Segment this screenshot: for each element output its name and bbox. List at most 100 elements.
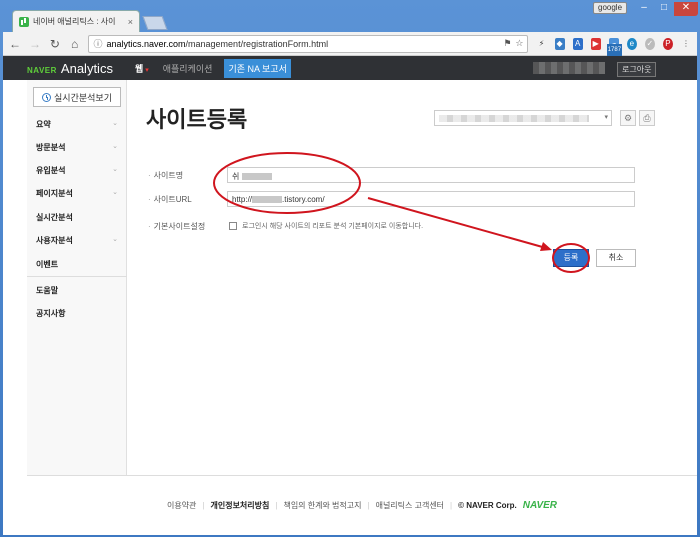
chevron-down-icon: ⌄ xyxy=(112,120,118,127)
realtime-button-label: 실시간분석보기 xyxy=(54,92,112,103)
sidebar-item-notices[interactable]: 공지사항 xyxy=(36,308,118,319)
logout-button[interactable]: 로그아웃 xyxy=(617,62,657,77)
minimize-icon[interactable]: – xyxy=(634,2,654,16)
url-path: /management/registrationForm.html xyxy=(185,38,329,49)
info-icon[interactable]: ⓘ xyxy=(93,37,102,50)
tab-title: 네이버 애널리틱스 : 사이 xyxy=(33,17,116,26)
dropdown-arrow-icon: ▾ xyxy=(604,114,608,121)
default-site-description: 로그인시 해당 사이트의 리포트 분석 기본페이지로 이동합니다. xyxy=(242,223,424,230)
bookmark-star-icon[interactable]: ☆ xyxy=(515,38,523,49)
main-content: 사이트등록 ▾ ⚙ ⎙ 사이트명 쉬 사이트URL http:// .tistor… xyxy=(128,80,697,475)
sidebar-item-label: 요약 xyxy=(36,120,51,129)
footer-disclaimer-link[interactable]: 책임의 한계와 법적고지 xyxy=(283,500,361,511)
video-ext-icon[interactable]: ▶ xyxy=(590,37,601,50)
pinterest-icon[interactable]: P xyxy=(662,37,673,50)
site-name-blurred xyxy=(241,173,272,181)
chevron-down-icon: ⌄ xyxy=(112,166,118,173)
sidebar-item-label: 실시간분석 xyxy=(36,213,73,222)
sidebar-item-users[interactable]: 사용자분석 ⌄ xyxy=(36,235,118,246)
site-url-prefix: http:// xyxy=(232,195,253,204)
sidebar-item-label: 유입분석 xyxy=(36,166,66,175)
site-selector[interactable]: ▾ xyxy=(434,110,612,126)
realtime-analysis-button[interactable]: 실시간분석보기 xyxy=(33,87,121,107)
maximize-icon[interactable]: □ xyxy=(654,2,674,16)
url-host: analytics.naver.com xyxy=(106,38,186,49)
page-title: 사이트등록 xyxy=(146,107,248,132)
site-name-value: 쉬 xyxy=(232,172,240,181)
footer-naver-logo[interactable]: NAVER xyxy=(523,500,557,511)
settings-gear-icon[interactable]: ⚙ xyxy=(620,110,636,126)
chevron-down-icon: ⌄ xyxy=(112,236,118,243)
annotation-arrowhead-icon xyxy=(540,242,552,251)
footer: 이용약관 | 개인정보처리방침 | 책임의 한계와 법적고지 | 애널리틱스 고… xyxy=(27,475,697,535)
tab-close-icon[interactable]: × xyxy=(128,17,133,27)
browser-toolbar: ← → ↻ ⌂ ⓘ analytics.naver.com/management… xyxy=(3,32,697,56)
tag-ext-icon[interactable]: ◆ xyxy=(554,37,565,50)
cloud-ext-icon[interactable]: ☁1787 xyxy=(606,37,623,56)
site-url-label: 사이트URL xyxy=(148,194,192,205)
profile-button[interactable]: google xyxy=(593,2,628,14)
forward-arrow-icon[interactable]: → xyxy=(29,37,41,51)
chevron-down-icon: ⌄ xyxy=(112,143,118,150)
caret-down-icon: ▾ xyxy=(145,66,149,74)
default-site-label: 기본사이트설정 xyxy=(148,221,206,232)
app-header: NAVER Analytics 웹 ▾ 애플리케이션 기존 NA 보고서 로그아웃 xyxy=(3,56,697,80)
lightning-ext-icon[interactable]: ⚡ xyxy=(536,38,546,50)
reload-icon[interactable]: ↻ xyxy=(49,37,61,51)
sidebar-divider xyxy=(27,276,127,277)
site-selector-blurred-value xyxy=(439,115,589,122)
brand-naver: NAVER xyxy=(27,65,57,75)
translate-ext-icon[interactable]: A xyxy=(572,37,583,50)
sidebar-item-label: 공지사항 xyxy=(36,309,66,318)
browser-tab[interactable]: 네이버 애널리틱스 : 사이 × xyxy=(12,10,140,32)
edge-ext-icon[interactable]: e xyxy=(626,37,637,50)
menu-web[interactable]: 웹 ▾ xyxy=(135,62,149,75)
new-tab-button[interactable] xyxy=(142,16,168,30)
menu-dots-icon[interactable]: ⋮ xyxy=(681,38,691,50)
site-name-label: 사이트명 xyxy=(148,170,183,181)
check-ext-icon[interactable]: ✓ xyxy=(644,37,655,50)
site-url-blurred xyxy=(252,196,283,204)
back-arrow-icon[interactable]: ← xyxy=(9,37,21,51)
brand-logo[interactable]: NAVER Analytics xyxy=(3,61,113,76)
sidebar-item-label: 도움말 xyxy=(36,286,59,295)
sidebar-item-pages[interactable]: 페이지분석 ⌄ xyxy=(36,188,118,199)
sidebar-item-label: 페이지분석 xyxy=(36,189,73,198)
sidebar-item-visits[interactable]: 방문분석 ⌄ xyxy=(36,142,118,153)
address-bar[interactable]: ⓘ analytics.naver.com/management/registr… xyxy=(88,34,529,53)
register-button[interactable]: 등록 xyxy=(553,249,589,267)
home-icon[interactable]: ⌂ xyxy=(69,37,81,51)
footer-privacy-link[interactable]: 개인정보처리방침 xyxy=(210,500,269,511)
sidebar-item-label: 방문분석 xyxy=(36,143,66,152)
menu-legacy-na[interactable]: 기존 NA 보고서 xyxy=(224,58,291,78)
annotation-overlay xyxy=(213,152,590,273)
site-url-input[interactable]: http:// .tistory.com/ xyxy=(227,191,635,207)
cancel-button[interactable]: 취소 xyxy=(596,249,636,267)
site-name-input[interactable]: 쉬 xyxy=(227,167,635,183)
page-body: 실시간분석보기 요약 ⌄ 방문분석 ⌄ 유입분석 ⌄ 페이지분석 ⌄ 실시간분석 사용자… xyxy=(3,80,697,535)
clock-icon xyxy=(42,92,52,102)
sidebar-item-events[interactable]: 이벤트 xyxy=(36,259,118,270)
browser-window: 네이버 애널리틱스 : 사이 × google – □ ✕ ← → ↻ ⌂ ⓘ … xyxy=(0,0,700,537)
chevron-down-icon: ⌄ xyxy=(112,189,118,196)
print-icon[interactable]: ⎙ xyxy=(639,110,655,126)
footer-terms-link[interactable]: 이용약관 xyxy=(167,500,196,511)
footer-copyright: © NAVER Corp. xyxy=(458,501,517,510)
tab-strip: 네이버 애널리틱스 : 사이 × google – □ ✕ xyxy=(0,0,700,32)
sidebar-item-realtime[interactable]: 실시간분석 xyxy=(36,212,118,223)
translate-icon[interactable]: ⚑ xyxy=(503,38,511,49)
site-url-suffix: .tistory.com/ xyxy=(282,195,325,204)
sidebar-item-summary[interactable]: 요약 ⌄ xyxy=(36,119,118,130)
menu-web-label: 웹 xyxy=(134,63,144,74)
sidebar-item-help[interactable]: 도움말 xyxy=(36,285,118,296)
default-site-checkbox[interactable] xyxy=(229,222,237,230)
ext-badge-count: 1787 xyxy=(606,43,623,56)
menu-app[interactable]: 애플리케이션 xyxy=(163,62,213,75)
footer-support-link[interactable]: 애널리틱스 고객센터 xyxy=(376,500,444,511)
account-name-blurred xyxy=(533,62,605,74)
sidebar-item-inflow[interactable]: 유입분석 ⌄ xyxy=(36,165,118,176)
sidebar-item-label: 사용자분석 xyxy=(36,236,73,245)
window-close-icon[interactable]: ✕ xyxy=(674,2,698,16)
analytics-favicon-icon xyxy=(19,16,29,27)
url-text: analytics.naver.com/management/registrat… xyxy=(106,39,499,49)
